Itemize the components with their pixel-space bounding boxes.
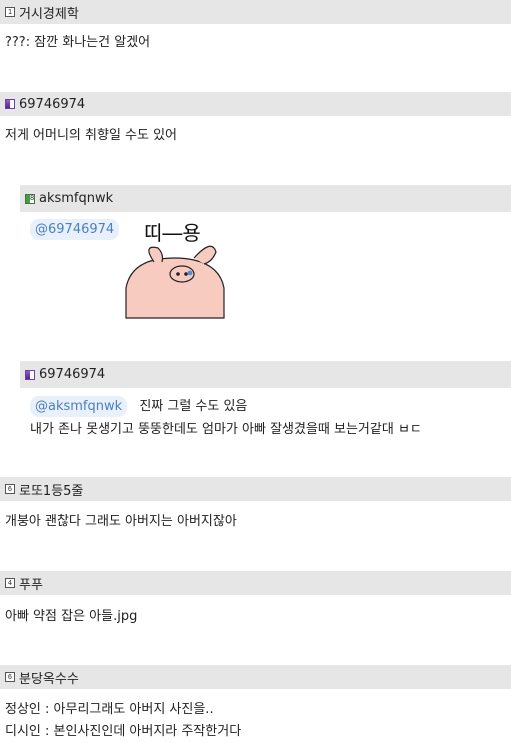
user-level-icon: 6 xyxy=(5,484,15,494)
comment-header: 4 푸푸 xyxy=(0,571,511,595)
user-level-icon: 18 xyxy=(25,193,35,204)
comment-author[interactable]: 로또1등5줄 xyxy=(19,480,83,499)
user-level-icon: 4 xyxy=(5,578,15,588)
comment-author[interactable]: 분당옥수수 xyxy=(19,668,79,687)
comment-text: 아빠 약점 잡은 아들.jpg xyxy=(5,609,138,624)
comment-header: 69746974 xyxy=(0,92,511,116)
reply-body: @aksmfqnwk 진짜 그럴 수도 있음 xyxy=(30,396,247,417)
comment-author[interactable]: aksmfqnwk xyxy=(39,191,113,206)
mention-tag[interactable]: @69746974 xyxy=(30,219,120,240)
user-level-icon xyxy=(25,369,35,380)
mention-tag[interactable]: @aksmfqnwk xyxy=(30,396,128,417)
comment-text: 정상인 : 아무리그래도 아버지 사진을.. xyxy=(5,702,214,717)
user-level-icon: 1 xyxy=(5,7,15,17)
sticker-caption: 띠―용 xyxy=(144,221,201,245)
comment-text: ???: 잠깐 화나는건 알겠어 xyxy=(5,35,151,50)
comment-header: 6 로또1등5줄 xyxy=(0,477,511,501)
comment-text: 개붕아 괜찮다 그래도 아버지는 아버지잖아 xyxy=(5,514,237,529)
comment-text: 디시인 : 본인사진인데 아버지라 주작한거다 xyxy=(5,724,242,739)
reply-header: 69746974 xyxy=(20,361,511,388)
comment-header: 6 분당옥수수 xyxy=(0,665,511,689)
user-level-icon xyxy=(5,99,15,109)
reply-body: @69746974 xyxy=(30,219,120,240)
comment-author[interactable]: 거시경제학 xyxy=(19,3,79,22)
reply-text: 진짜 그럴 수도 있음 xyxy=(139,399,248,414)
comment-header: 1 거시경제학 xyxy=(0,0,511,24)
comment-author[interactable]: 69746974 xyxy=(19,97,85,112)
sticker-image: 띠―용 xyxy=(124,218,226,320)
pig-sticker-icon: 띠―용 xyxy=(125,221,225,319)
comment-author[interactable]: 69746974 xyxy=(39,367,105,382)
reply-text: 내가 존나 못생기고 뚱뚱한데도 엄마가 아빠 잘생겼을때 보는거같대 ㅂㄷ xyxy=(30,422,422,437)
reply-header: 18 aksmfqnwk xyxy=(20,185,511,212)
comment-author[interactable]: 푸푸 xyxy=(19,574,43,593)
user-level-icon: 6 xyxy=(5,672,15,682)
comment-text: 저게 어머니의 취향일 수도 있어 xyxy=(5,128,178,143)
